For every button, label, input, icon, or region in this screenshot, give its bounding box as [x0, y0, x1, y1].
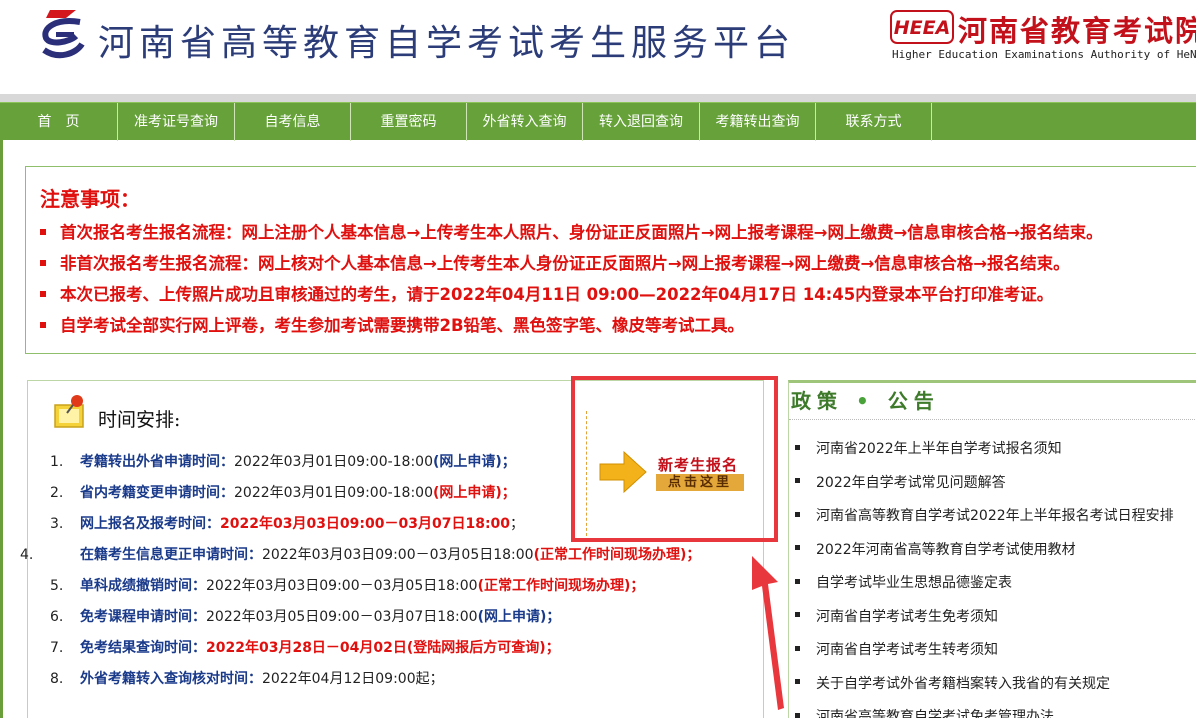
heea-english-name: Higher Education Examinations Authority …: [892, 48, 1196, 61]
main-nav: 首 页 准考证号查询 自考信息 重置密码 外省转入查询 转入退回查询 考籍转出查…: [0, 102, 1196, 141]
nav-item-home[interactable]: 首 页: [0, 103, 118, 141]
notice-item: 首次报名考生报名流程：网上注册个人基本信息→上传考生本人照片、身份证正反面照片→…: [40, 219, 1103, 250]
notice-item: 自学考试全部实行网上评卷，考生参加考试需要携带2B铅笔、黑色签字笔、橡皮等考试工…: [40, 312, 1103, 343]
schedule-item: 7. 免考结果查询时间：2022年03月28日－04月02日(登陆网报后方可查询)…: [50, 640, 560, 656]
policy-panel: 政策 • 公告 河南省2022年上半年自学考试报名须知 2022年自学考试常见问…: [788, 380, 1196, 718]
notepad-pin-icon: [54, 395, 84, 428]
site-header: 河南省高等教育自学考试考生服务平台 HEEA 河南省教育考试院 Higher E…: [0, 0, 1196, 100]
policy-link[interactable]: 河南省自学考试考生转考须知: [795, 634, 1196, 668]
notice-item: 本次已报考、上传照片成功且审核通过的考生，请于2022年04月11日 09:00…: [40, 281, 1103, 312]
policy-link[interactable]: 自学考试毕业生思想品德鉴定表: [795, 567, 1196, 601]
site-title: 河南省高等教育自学考试考生服务平台: [98, 23, 796, 64]
policy-link[interactable]: 河南省自学考试考生免考须知: [795, 601, 1196, 635]
policy-title: 政策 • 公告: [791, 389, 940, 413]
policy-divider: [789, 419, 1196, 420]
nav-item-transfer-returned[interactable]: 转入退回查询: [583, 103, 700, 141]
exam-logo-icon: [42, 10, 85, 59]
heea-logo-text: HEEA: [894, 17, 951, 39]
schedule-item: 5. 单科成绩撤销时间：2022年03月03日09:00－03月05日18:00(…: [50, 578, 645, 594]
annotation-arrow-icon: [752, 556, 784, 710]
nav-item-admission-number[interactable]: 准考证号查询: [118, 103, 235, 141]
policy-link[interactable]: 河南省高等教育自学考试2022年上半年报名考试日程安排: [795, 500, 1196, 534]
heea-logo-icon: HEEA: [890, 10, 954, 44]
arrow-right-icon: [599, 450, 647, 494]
policy-list: 河南省2022年上半年自学考试报名须知 2022年自学考试常见问题解答 河南省高…: [795, 433, 1196, 718]
notice-list: 首次报名考生报名流程：网上注册个人基本信息→上传考生本人照片、身份证正反面照片→…: [40, 219, 1103, 343]
register-click-here: 点击这里: [656, 474, 744, 491]
nav-item-exam-info[interactable]: 自考信息: [235, 103, 351, 141]
nav-item-reset-password[interactable]: 重置密码: [351, 103, 467, 141]
notice-item: 非首次报名考生报名流程：网上核对个人基本信息→上传考生本人身份证正反面照片→网上…: [40, 250, 1103, 281]
policy-link[interactable]: 关于自学考试外省考籍档案转入我省的有关规定: [795, 668, 1196, 702]
heea-chinese-name: 河南省教育考试院: [958, 14, 1196, 48]
nav-item-transfer-in[interactable]: 外省转入查询: [467, 103, 583, 141]
policy-link[interactable]: 2022年河南省高等教育自学考试使用教材: [795, 534, 1196, 568]
new-student-register-button[interactable]: 新考生报名 点击这里: [598, 446, 750, 498]
schedule-item: 6. 免考课程申请时间：2022年03月05日09:00－03月07日18:00(…: [50, 609, 561, 625]
policy-link[interactable]: 河南省2022年上半年自学考试报名须知: [795, 433, 1196, 467]
register-label: 新考生报名: [658, 456, 739, 474]
notice-panel: 注意事项： 首次报名考生报名流程：网上注册个人基本信息→上传考生本人照片、身份证…: [25, 166, 1196, 354]
heea-brand: HEEA 河南省教育考试院 Higher Education Examinati…: [890, 6, 1196, 66]
policy-link[interactable]: 河南省高等教育自学考试免考管理办法: [795, 701, 1196, 718]
nav-item-transfer-out[interactable]: 考籍转出查询: [700, 103, 816, 141]
nav-top-strip: [0, 94, 1196, 102]
schedule-item: 4. 在籍考生信息更正申请时间：2022年03月03日09:00－03月05日18…: [20, 547, 701, 563]
policy-link[interactable]: 2022年自学考试常见问题解答: [795, 467, 1196, 501]
schedule-title: 时间安排:: [98, 409, 181, 431]
nav-item-contact[interactable]: 联系方式: [816, 103, 932, 141]
schedule-item: 8. 外省考籍转入查询核对时间：2022年04月12日09:00起；: [50, 671, 444, 687]
notice-title: 注意事项：: [40, 187, 140, 211]
